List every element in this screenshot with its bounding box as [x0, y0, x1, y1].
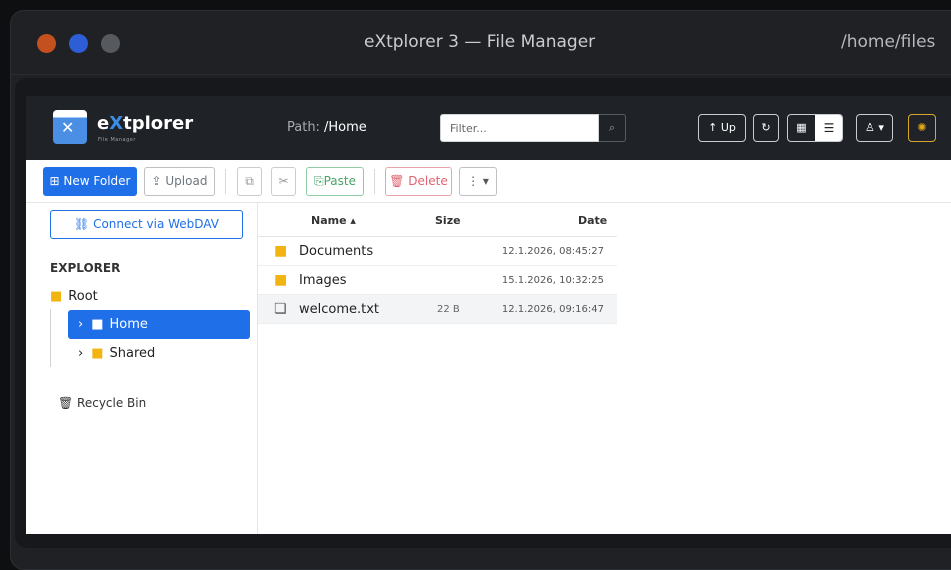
more-actions-button[interactable]: ⋮ ▾ [459, 167, 497, 196]
close-window-button[interactable] [37, 34, 56, 53]
tree-item-home[interactable]: › ■ Home [68, 310, 250, 339]
title-bar: eXtplorer 3 — File Manager /home/files [11, 11, 951, 75]
table-row[interactable]: ❏ welcome.txt 22 B 12.1.2026, 09:16:47 [258, 295, 617, 324]
brand-prefix: e [97, 113, 110, 134]
file-date: 12.1.2026, 09:16:47 [501, 304, 604, 315]
file-icon: ❏ [274, 301, 287, 317]
folder-icon: ■ [50, 289, 63, 304]
copy-icon[interactable]: ⧉ [237, 167, 262, 196]
name-column-header[interactable]: Name ▴ [311, 214, 356, 227]
folder-icon: ■ [274, 272, 288, 288]
tree-item-label: Root [68, 289, 98, 304]
toolbar-divider [374, 169, 375, 194]
chevron-right-icon[interactable]: › [78, 317, 83, 332]
brand-name: eXtplorer [97, 113, 193, 134]
up-button[interactable]: ↑ Up [698, 114, 746, 142]
app-header: eXtplorer File Manager Path: /Home ⌕ ↑ U… [26, 96, 951, 160]
table-row[interactable]: ■ Documents 12.1.2026, 08:45:27 [258, 237, 617, 266]
date-column-header[interactable]: Date [578, 214, 607, 227]
window-title: eXtplorer 3 — File Manager [364, 32, 596, 52]
new-folder-button[interactable]: ⊞ New Folder [43, 167, 137, 196]
toolbar-divider [225, 169, 226, 194]
filter-input[interactable] [440, 114, 599, 142]
action-toolbar: ⊞ New Folder ⇪ Upload ⧉ ✂ ⎘Paste 🗑 Delet… [26, 160, 951, 203]
settings-icon[interactable]: ✺ [908, 114, 936, 142]
refresh-icon[interactable]: ↻ [753, 114, 779, 142]
file-size: 22 B [437, 304, 460, 315]
folder-icon: ■ [91, 317, 104, 332]
file-name: Documents [299, 244, 374, 259]
size-column-header[interactable]: Size [435, 214, 461, 227]
maximize-window-button[interactable] [101, 34, 120, 53]
table-row[interactable]: ■ Images 15.1.2026, 10:32:25 [258, 266, 617, 295]
connect-webdav-button[interactable]: ⛓ Connect via WebDAV [50, 210, 243, 239]
tree-item-label: Shared [109, 346, 156, 361]
explorer-heading: EXPLORER [50, 261, 121, 275]
upload-button[interactable]: ⇪ Upload [144, 167, 215, 196]
recycle-bin-link[interactable]: 🗑 Recycle Bin [58, 396, 146, 410]
tree-item-label: Home [109, 317, 148, 332]
window-path: /home/files [841, 32, 936, 52]
grid-view-icon[interactable]: ▦ [788, 115, 815, 141]
tree-item-shared[interactable]: › ■ Shared [78, 339, 155, 368]
delete-button[interactable]: 🗑 Delete [385, 167, 452, 196]
extplorer-logo-icon [53, 110, 87, 144]
view-toggle: ▦ ☰ [787, 114, 843, 142]
path-value: /Home [324, 120, 367, 135]
cut-icon[interactable]: ✂ [271, 167, 296, 196]
folder-icon: ■ [274, 243, 288, 259]
file-list-header: Name ▴ Size Date [258, 203, 617, 237]
paste-button[interactable]: ⎘Paste [306, 167, 364, 196]
brand-highlight: X [109, 113, 124, 134]
brand-subtitle: File Manager [98, 137, 136, 143]
file-date: 15.1.2026, 10:32:25 [501, 275, 604, 286]
tree-guide-line [50, 309, 51, 367]
list-view-icon[interactable]: ☰ [815, 115, 842, 141]
minimize-window-button[interactable] [69, 34, 88, 53]
chevron-right-icon[interactable]: › [78, 346, 83, 361]
file-name: Images [299, 273, 347, 288]
user-menu-button[interactable]: ♙ ▾ [856, 114, 893, 142]
tree-item-root[interactable]: ■ Root [50, 289, 98, 304]
file-manager-app: eXtplorer File Manager Path: /Home ⌕ ↑ U… [26, 96, 951, 534]
sidebar: ⛓ Connect via WebDAV EXPLORER ■ Root › ■ Ho… [26, 203, 258, 534]
folder-icon: ■ [91, 346, 104, 361]
file-date: 12.1.2026, 08:45:27 [501, 246, 604, 257]
search-icon[interactable]: ⌕ [599, 114, 626, 142]
path-label: Path: [287, 120, 320, 135]
brand-rest: tplorer [123, 113, 194, 134]
file-name: welcome.txt [299, 302, 380, 317]
